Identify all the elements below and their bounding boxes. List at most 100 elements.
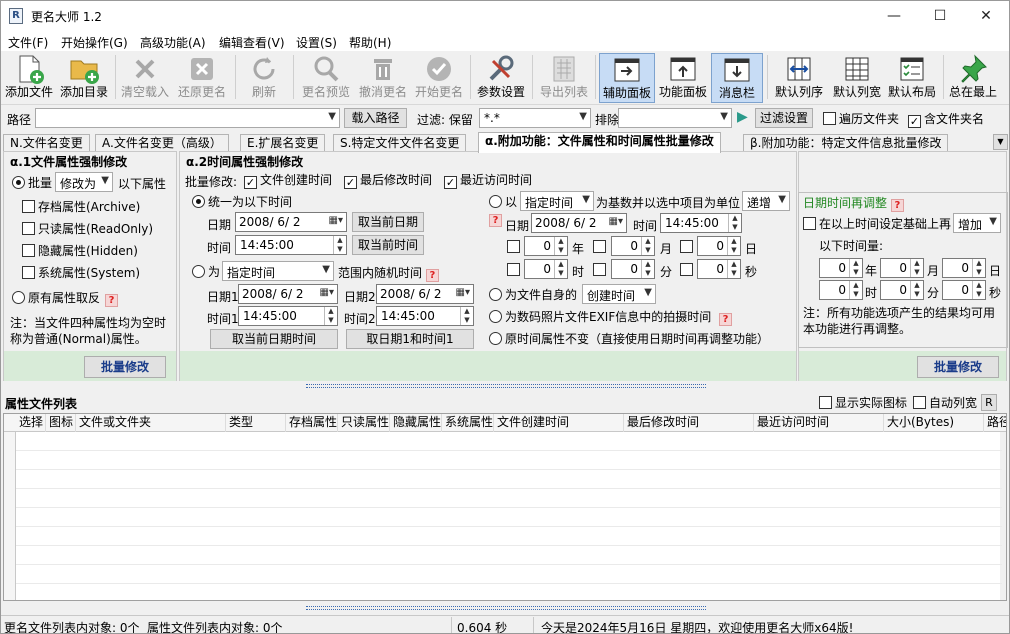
clear-load-button[interactable]: 清空载入 bbox=[119, 53, 171, 103]
tab-attribute-time[interactable]: α.附加功能：文件属性和时间属性批量修改 bbox=[478, 132, 721, 153]
get-current-datetime-button[interactable]: 取当前日期时间 bbox=[210, 329, 338, 349]
modify-time-checkbox[interactable]: ✓ 最后修改时间 bbox=[344, 173, 432, 189]
filter-exclude-combo[interactable]: ▼ bbox=[618, 108, 732, 128]
filter-keep-combo[interactable]: *.* ▼ bbox=[479, 108, 591, 128]
show-icon-checkbox[interactable]: 显示实际图标 bbox=[819, 396, 907, 410]
invert-attr-radio[interactable]: 原有属性取反? bbox=[12, 291, 119, 307]
col-readonly[interactable]: 只读属性 bbox=[338, 414, 390, 432]
date1-picker[interactable]: 2008/ 6/ 2 ▦▾ bbox=[238, 284, 338, 304]
default-layout-button[interactable]: 默认布局 bbox=[885, 53, 939, 103]
inc-month-spinner[interactable]: 0 ▲ ▼ bbox=[611, 236, 655, 256]
table-row[interactable] bbox=[16, 565, 1002, 584]
increment-mode-combo[interactable]: 递增 ▼ bbox=[742, 191, 790, 211]
param-settings-button[interactable]: 参数设置 bbox=[474, 53, 528, 103]
spin-updown-icon[interactable]: ▲ ▼ bbox=[333, 236, 346, 254]
attribute-batch-modify-button[interactable]: 批量修改 bbox=[84, 356, 166, 378]
menu-start[interactable]: 开始操作(G) bbox=[61, 34, 128, 51]
col-type[interactable]: 类型 bbox=[226, 414, 286, 432]
menu-edit-view[interactable]: 编辑查看(V) bbox=[219, 34, 285, 51]
base-time-spinner[interactable]: 14:45:00 ▲ ▼ bbox=[660, 213, 742, 233]
help-icon[interactable]: ? bbox=[105, 294, 119, 307]
date2-picker[interactable]: 2008/ 6/ 2 ▦▾ bbox=[376, 284, 474, 304]
self-time-combo[interactable]: 创建时间 ▼ bbox=[582, 284, 656, 304]
batch-radio[interactable]: 批量 bbox=[12, 176, 52, 190]
menu-advanced[interactable]: 高级功能(A) bbox=[140, 34, 206, 51]
refresh-button[interactable]: 刷新 bbox=[241, 53, 287, 103]
panel-splitter[interactable] bbox=[1, 383, 1009, 389]
reset-r-button[interactable]: R bbox=[981, 394, 997, 411]
readonly-checkbox[interactable]: 只读属性(ReadOnly) bbox=[22, 222, 153, 236]
default-column-order-button[interactable]: 默认列序 bbox=[771, 53, 827, 103]
table-row[interactable] bbox=[16, 432, 1002, 451]
inc-hour-spinner[interactable]: 0 ▲ ▼ bbox=[524, 259, 568, 279]
spin-updown-icon[interactable]: ▲ ▼ bbox=[972, 281, 985, 299]
inc-second-checkbox[interactable] bbox=[680, 263, 696, 277]
time2-spinner[interactable]: 14:45:00 ▲ ▼ bbox=[376, 306, 474, 326]
tab-filename-advanced[interactable]: A.文件名变更（高级） bbox=[95, 134, 229, 152]
time1-spinner[interactable]: 14:45:00 ▲ ▼ bbox=[238, 306, 338, 326]
default-column-width-button[interactable]: 默认列宽 bbox=[829, 53, 885, 103]
spin-updown-icon[interactable]: ▲ ▼ bbox=[727, 260, 740, 278]
unify-time-radio[interactable]: 统一为以下时间 bbox=[192, 195, 292, 209]
filter-settings-button[interactable]: 过滤设置 bbox=[755, 108, 813, 128]
tab-specific-info[interactable]: β.附加功能：特定文件信息批量修改 bbox=[743, 134, 949, 152]
tab-filename-change[interactable]: N.文件名变更 bbox=[3, 134, 90, 152]
include-folder-name-checkbox[interactable]: ✓ 含文件夹名 bbox=[908, 112, 984, 128]
file-grid[interactable]: 选择 图标 文件或文件夹 类型 存档属性 只读属性 隐藏属性 系统属性 文件创建… bbox=[3, 413, 1007, 601]
spin-updown-icon[interactable]: ▲ ▼ bbox=[849, 259, 862, 277]
close-button[interactable]: ✕ bbox=[963, 1, 1009, 31]
modify-mode-combo[interactable]: 修改为 ▼ bbox=[55, 172, 113, 192]
col-modify-time[interactable]: 最后修改时间 bbox=[624, 414, 754, 432]
spin-updown-icon[interactable]: ▲ ▼ bbox=[460, 307, 473, 325]
spin-updown-icon[interactable]: ▲ ▼ bbox=[849, 281, 862, 299]
take-date1-time1-button[interactable]: 取日期1和时间1 bbox=[346, 329, 474, 349]
spin-updown-icon[interactable]: ▲ ▼ bbox=[972, 259, 985, 277]
export-list-button[interactable]: 导出列表 bbox=[536, 53, 592, 103]
spin-updown-icon[interactable]: ▲ ▼ bbox=[641, 260, 654, 278]
system-checkbox[interactable]: 系统属性(System) bbox=[22, 266, 140, 280]
bottom-splitter[interactable] bbox=[1, 605, 1009, 611]
inc-day-spinner[interactable]: 0 ▲ ▼ bbox=[697, 236, 741, 256]
help-icon[interactable]: ? bbox=[425, 269, 439, 282]
tab-scroll-arrow-icon[interactable]: ▼ bbox=[993, 134, 1008, 150]
get-current-time-button[interactable]: 取当前时间 bbox=[352, 235, 424, 255]
spin-updown-icon[interactable]: ▲ ▼ bbox=[910, 259, 923, 277]
col-access-time[interactable]: 最近访问时间 bbox=[754, 414, 884, 432]
spin-updown-icon[interactable]: ▲ ▼ bbox=[910, 281, 923, 299]
table-row[interactable] bbox=[16, 508, 1002, 527]
auto-width-checkbox[interactable]: 自动列宽 bbox=[913, 396, 977, 410]
inc-minute-spinner[interactable]: 0 ▲ ▼ bbox=[611, 259, 655, 279]
table-row[interactable] bbox=[16, 546, 1002, 565]
table-row[interactable] bbox=[16, 584, 1002, 600]
menu-help[interactable]: 帮助(H) bbox=[349, 34, 391, 51]
adj-second-spinner[interactable]: 0 ▲ ▼ bbox=[942, 280, 986, 300]
col-system[interactable]: 系统属性 bbox=[442, 414, 494, 432]
col-name[interactable]: 文件或文件夹 bbox=[76, 414, 226, 432]
inc-minute-checkbox[interactable] bbox=[593, 263, 609, 277]
undo-rename-button[interactable]: 还原更名 bbox=[175, 53, 229, 103]
inc-year-spinner[interactable]: 0 ▲ ▼ bbox=[524, 236, 568, 256]
inc-day-checkbox[interactable] bbox=[680, 240, 696, 254]
adj-minute-spinner[interactable]: 0 ▲ ▼ bbox=[880, 280, 924, 300]
adj-hour-spinner[interactable]: 0 ▲ ▼ bbox=[819, 280, 863, 300]
col-size[interactable]: 大小(Bytes) bbox=[884, 414, 984, 432]
traverse-folder-checkbox[interactable]: 遍历文件夹 bbox=[823, 112, 899, 126]
add-file-button[interactable]: 添加文件 bbox=[4, 53, 54, 103]
always-on-top-button[interactable]: 总在最上 bbox=[947, 53, 999, 103]
random-time-radio[interactable]: 为 bbox=[192, 265, 220, 279]
start-rename-button[interactable]: 开始更名 bbox=[412, 53, 466, 103]
tab-extension-change[interactable]: E.扩展名变更 bbox=[240, 134, 326, 152]
spin-updown-icon[interactable]: ▲ ▼ bbox=[324, 307, 337, 325]
spin-updown-icon[interactable]: ▲ ▼ bbox=[641, 237, 654, 255]
archive-checkbox[interactable]: 存档属性(Archive) bbox=[22, 200, 140, 214]
time-spinner[interactable]: 14:45:00 ▲ ▼ bbox=[235, 235, 347, 255]
base-time-combo[interactable]: 指定时间 ▼ bbox=[520, 191, 594, 211]
adj-year-spinner[interactable]: 0 ▲ ▼ bbox=[819, 258, 863, 278]
col-path[interactable]: 路径 bbox=[984, 414, 1006, 432]
adjust-mode-combo[interactable]: 增加 ▼ bbox=[953, 213, 1001, 233]
message-bar-button[interactable]: 消息栏 bbox=[711, 53, 763, 103]
inc-hour-checkbox[interactable] bbox=[507, 263, 523, 277]
col-create-time[interactable]: 文件创建时间 bbox=[494, 414, 624, 432]
table-row[interactable] bbox=[16, 451, 1002, 470]
maximize-button[interactable]: ☐ bbox=[917, 1, 963, 31]
